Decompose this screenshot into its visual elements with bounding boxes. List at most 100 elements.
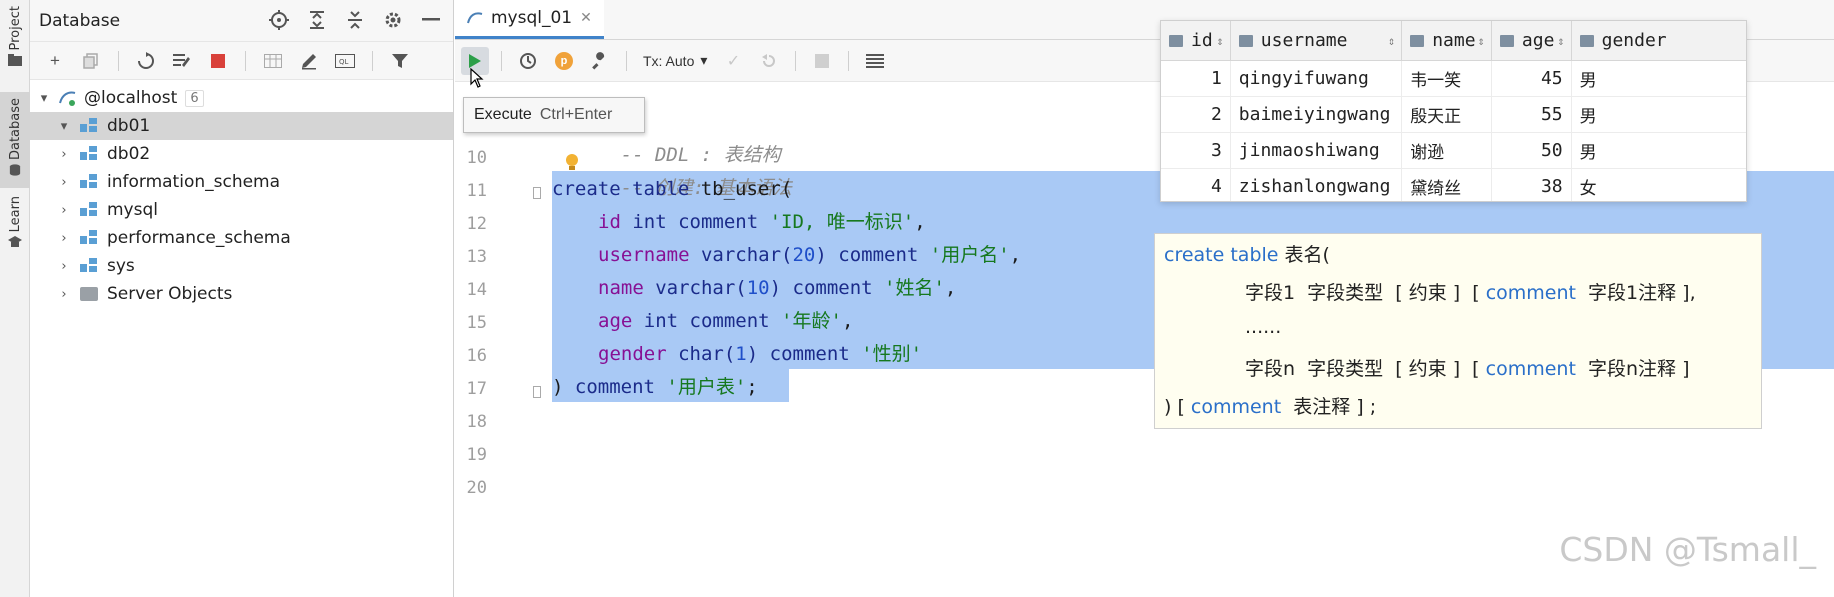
tree-node-label: db01 — [107, 116, 151, 136]
cell-name[interactable]: 殷天正 — [1402, 97, 1492, 132]
table-row[interactable]: 2 baimeiyingwang 殷天正 55 男 — [1161, 97, 1746, 133]
cell-username[interactable]: baimeiyingwang — [1231, 97, 1403, 132]
tree-node-label: @localhost — [84, 88, 178, 108]
history-icon[interactable] — [514, 47, 542, 75]
syntax-keyword: comment — [1485, 282, 1576, 304]
cell-gender[interactable]: 女 — [1572, 169, 1746, 201]
column-header-id[interactable]: id ⇕ — [1161, 21, 1231, 60]
rollback-icon[interactable] — [755, 47, 783, 75]
table-row[interactable]: 4 zishanlongwang 黛绮丝 38 女 — [1161, 169, 1746, 201]
tree-node-performance-schema[interactable]: › performance_schema — [30, 224, 453, 252]
column-header-age[interactable]: age ⇕ — [1492, 21, 1572, 60]
cell-age[interactable]: 55 — [1492, 97, 1572, 132]
cell-age[interactable]: 45 — [1492, 61, 1572, 96]
column-icon — [1499, 34, 1514, 47]
filter-icon[interactable] — [387, 48, 413, 74]
column-header-name[interactable]: name ⇕ — [1402, 21, 1492, 60]
chevron-down-icon[interactable]: ▾ — [36, 91, 52, 106]
parameters-button[interactable]: p — [550, 47, 578, 75]
line-number: 19 — [466, 445, 487, 465]
toolbar-divider — [848, 50, 850, 71]
cell-username[interactable]: zishanlongwang — [1231, 169, 1403, 201]
sort-icon[interactable]: ⇕ — [1388, 34, 1395, 48]
cell-username[interactable]: qingyifuwang — [1231, 61, 1403, 96]
syntax-text: 字段n 字段类型 [ 约束 ] [ — [1245, 358, 1486, 380]
chevron-right-icon[interactable]: › — [56, 203, 72, 218]
stop-icon[interactable] — [808, 47, 836, 75]
refresh-icon[interactable] — [133, 48, 159, 74]
cell-gender[interactable]: 男 — [1572, 61, 1746, 96]
folder-icon — [80, 287, 98, 301]
edit-icon[interactable] — [296, 48, 322, 74]
sql-keyword: comment — [563, 376, 667, 398]
string-literal: '姓名' — [884, 277, 945, 299]
tree-node-localhost[interactable]: ▾ @localhost 6 — [30, 84, 453, 112]
cell-age[interactable]: 38 — [1492, 169, 1572, 201]
query-console-icon[interactable]: QL — [332, 48, 358, 74]
database-tool-tab[interactable]: Database — [0, 92, 30, 188]
close-icon[interactable]: ✕ — [580, 10, 592, 26]
fold-marker-icon[interactable] — [533, 386, 541, 398]
output-layout-icon[interactable] — [861, 47, 889, 75]
sort-icon[interactable]: ⇕ — [1217, 34, 1224, 48]
tree-node-db01[interactable]: ▾ db01 — [30, 112, 453, 140]
chevron-right-icon[interactable]: › — [56, 175, 72, 190]
cell-gender[interactable]: 男 — [1572, 97, 1746, 132]
number-token: 1 — [735, 343, 747, 365]
cell-name[interactable]: 黛绮丝 — [1402, 169, 1492, 201]
table-view-icon[interactable] — [260, 48, 286, 74]
mouse-cursor-icon — [470, 68, 484, 88]
chevron-right-icon[interactable]: › — [56, 231, 72, 246]
tree-node-sys[interactable]: › sys — [30, 252, 453, 280]
table-row[interactable]: 1 qingyifuwang 韦一笑 45 男 — [1161, 61, 1746, 97]
stop-icon[interactable] — [205, 48, 231, 74]
fold-marker-icon[interactable] — [533, 187, 541, 199]
copy-icon[interactable] — [78, 48, 104, 74]
chevron-right-icon[interactable]: › — [56, 287, 72, 302]
wrench-icon[interactable] — [586, 47, 614, 75]
cell-id[interactable]: 4 — [1161, 169, 1231, 201]
column-icon — [1410, 34, 1425, 47]
cell-gender[interactable]: 男 — [1572, 133, 1746, 168]
lightbulb-icon[interactable] — [564, 153, 580, 173]
properties-icon[interactable] — [169, 48, 195, 74]
expand-all-icon[interactable] — [305, 8, 329, 32]
sort-icon[interactable]: ⇕ — [1478, 34, 1485, 48]
tree-node-information-schema[interactable]: › information_schema — [30, 168, 453, 196]
learn-tool-tab[interactable]: Learn — [0, 196, 30, 256]
toolbar-divider — [795, 50, 797, 71]
cell-username[interactable]: jinmaoshiwang — [1231, 133, 1403, 168]
column-header-gender[interactable]: gender — [1572, 21, 1746, 60]
punctuation-token: , — [914, 211, 926, 233]
collapse-all-icon[interactable] — [343, 8, 367, 32]
commit-icon[interactable]: ✓ — [719, 47, 747, 75]
add-icon[interactable]: + — [42, 48, 68, 74]
type-token: int — [620, 211, 667, 233]
cell-id[interactable]: 1 — [1161, 61, 1231, 96]
gear-icon[interactable] — [381, 8, 405, 32]
tree-node-mysql[interactable]: › mysql — [30, 196, 453, 224]
tree-node-server-objects[interactable]: › Server Objects — [30, 280, 453, 308]
sort-icon[interactable]: ⇕ — [1557, 34, 1564, 48]
tab-mysql-01[interactable]: mysql_01 ✕ — [455, 0, 604, 39]
project-tool-tab[interactable]: Project — [0, 6, 30, 78]
chevron-down-icon[interactable]: ▾ — [56, 119, 72, 134]
cell-age[interactable]: 50 — [1492, 133, 1572, 168]
transaction-mode-select[interactable]: Tx: Auto ▾ — [639, 52, 711, 69]
schema-icon — [80, 146, 98, 162]
column-header-username[interactable]: username ⇕ — [1231, 21, 1403, 60]
chevron-right-icon[interactable]: › — [56, 147, 72, 162]
cell-id[interactable]: 3 — [1161, 133, 1231, 168]
tree-node-db02[interactable]: › db02 — [30, 140, 453, 168]
type-token: ) — [769, 277, 782, 299]
line-number: 14 — [466, 280, 487, 300]
cell-id[interactable]: 2 — [1161, 97, 1231, 132]
chevron-right-icon[interactable]: › — [56, 259, 72, 274]
table-row[interactable]: 3 jinmaoshiwang 谢逊 50 男 — [1161, 133, 1746, 169]
cell-name[interactable]: 韦一笑 — [1402, 61, 1492, 96]
locate-icon[interactable] — [267, 8, 291, 32]
minimize-icon[interactable] — [419, 8, 443, 32]
tool-window-strip: Project Database Learn — [0, 0, 30, 597]
database-panel-header: Database — [30, 0, 453, 42]
cell-name[interactable]: 谢逊 — [1402, 133, 1492, 168]
